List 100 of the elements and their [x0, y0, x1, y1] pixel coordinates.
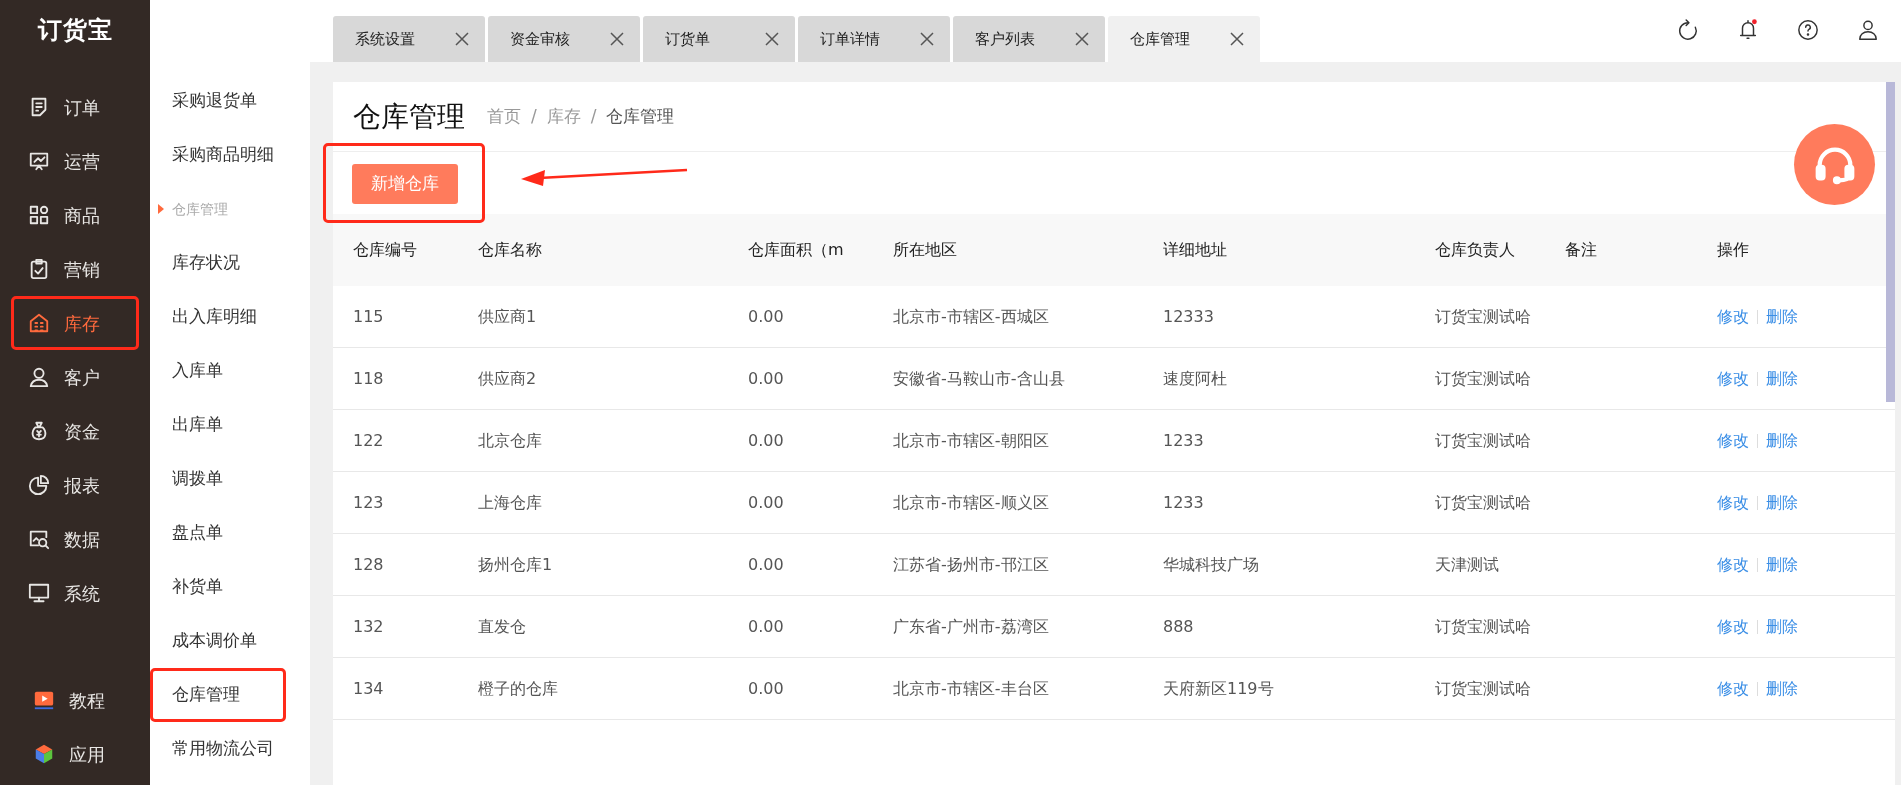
nav-item[interactable]: 报表 — [14, 461, 126, 509]
table-cell-text: 上海仓库 — [478, 491, 543, 514]
close-icon[interactable] — [765, 32, 779, 46]
submenu-item[interactable]: 入库单 — [153, 347, 283, 395]
table-cell-text: 888 — [1163, 615, 1195, 638]
bell-icon[interactable] — [1737, 18, 1759, 42]
delete-link[interactable]: 删除 — [1766, 304, 1798, 329]
column-header: 仓库编号 — [353, 239, 418, 261]
edit-link[interactable]: 修改 — [1717, 366, 1749, 391]
divider — [1757, 371, 1758, 386]
menu-section-label: 仓库管理 — [172, 199, 228, 219]
nav-item[interactable]: 运营 — [14, 137, 126, 185]
table-cell-text: 订货宝测试哈 — [1435, 367, 1532, 390]
divider — [1757, 681, 1758, 696]
help-icon[interactable] — [1797, 18, 1819, 42]
user-icon — [28, 366, 50, 388]
table-cell-text: 安徽省-马鞍山市-含山县 — [893, 367, 1066, 390]
table-cell-text: 12333 — [1163, 305, 1215, 328]
table-cell-text: 0.00 — [748, 429, 785, 452]
submenu-item[interactable]: 仓库管理 — [153, 671, 283, 719]
edit-link[interactable]: 修改 — [1717, 614, 1749, 639]
table-cell-text: 速度阿杜 — [1163, 367, 1228, 390]
nav-item[interactable]: 订单 — [14, 83, 126, 131]
clipboard-check-icon — [28, 258, 50, 280]
presentation-chart-icon — [28, 150, 50, 172]
table-cell-text: 橙子的仓库 — [478, 677, 559, 700]
grid-icon — [28, 204, 50, 226]
table-cell-text: 北京市-市辖区-朝阳区 — [893, 429, 1050, 452]
nav-item[interactable]: 资金 — [14, 407, 126, 455]
edit-link[interactable]: 修改 — [1717, 552, 1749, 577]
submenu-item[interactable]: 补货单 — [153, 563, 283, 611]
table-cell-text: 订货宝测试哈 — [1435, 615, 1532, 638]
table-cell-text: 订货宝测试哈 — [1435, 429, 1532, 452]
nav-item[interactable]: 营销 — [14, 245, 126, 293]
submenu-item[interactable]: 成本调价单 — [153, 617, 283, 665]
submenu-item[interactable]: 出库单 — [153, 401, 283, 449]
edit-link[interactable]: 修改 — [1717, 304, 1749, 329]
table-cell-text: 供应商2 — [478, 367, 538, 390]
table-cell-text: 118 — [353, 367, 385, 390]
edit-link[interactable]: 修改 — [1717, 428, 1749, 453]
table-cell-text: 0.00 — [748, 553, 785, 576]
close-icon[interactable] — [1075, 32, 1089, 46]
divider — [1757, 433, 1758, 448]
submenu-item[interactable]: 常用物流公司 — [153, 725, 283, 773]
edit-link[interactable]: 修改 — [1717, 676, 1749, 701]
submenu-item[interactable]: 盘点单 — [153, 509, 283, 557]
table-cell-text: 128 — [353, 553, 385, 576]
nav-item[interactable]: 系统 — [14, 569, 126, 617]
table-cell-text: 供应商1 — [478, 305, 538, 328]
video-play-icon — [33, 689, 55, 711]
tab[interactable]: 订单详情 — [798, 16, 950, 62]
tab[interactable]: 仓库管理 — [1108, 16, 1260, 62]
nav-item[interactable]: 教程 — [19, 673, 131, 727]
tab[interactable]: 客户列表 — [953, 16, 1105, 62]
delete-link[interactable]: 删除 — [1766, 366, 1798, 391]
table-cell-text: 北京仓库 — [478, 429, 543, 452]
delete-link[interactable]: 删除 — [1766, 676, 1798, 701]
nav-item[interactable]: 数据 — [14, 515, 126, 563]
nav-item[interactable]: 商品 — [14, 191, 126, 239]
pie-chart-icon — [28, 474, 50, 496]
delete-link[interactable]: 删除 — [1766, 552, 1798, 577]
column-header: 详细地址 — [1163, 239, 1228, 261]
nav-item[interactable]: 库存 — [14, 299, 126, 347]
close-icon[interactable] — [610, 32, 624, 46]
submenu-item[interactable]: 采购退货单 — [153, 77, 283, 125]
tab[interactable]: 订货单 — [643, 16, 795, 62]
caret-icon — [158, 204, 164, 214]
cube-icon — [33, 743, 55, 765]
table-cell-text: 1233 — [1163, 491, 1205, 514]
column-header: 仓库负责人 — [1435, 239, 1516, 261]
submenu-item[interactable]: 库存状况 — [153, 239, 283, 287]
table-cell-text: 华城科技广场 — [1163, 553, 1260, 576]
tab[interactable]: 资金审核 — [488, 16, 640, 62]
table-cell-text: 0.00 — [748, 305, 785, 328]
delete-link[interactable]: 删除 — [1766, 490, 1798, 515]
table-cell-text: 直发仓 — [478, 615, 527, 638]
submenu-item[interactable]: 采购商品明细 — [153, 131, 283, 179]
delete-link[interactable]: 删除 — [1766, 428, 1798, 453]
column-header: 操作 — [1717, 239, 1750, 261]
submenu-item[interactable]: 调拨单 — [153, 455, 283, 503]
breadcrumb-current: 仓库管理 — [606, 104, 675, 128]
edit-link[interactable]: 修改 — [1717, 490, 1749, 515]
tab[interactable]: 系统设置 — [333, 16, 485, 62]
table-cell-text: 天府新区119号 — [1163, 677, 1275, 700]
refresh-icon[interactable] — [1677, 18, 1699, 42]
delete-link[interactable]: 删除 — [1766, 614, 1798, 639]
submenu-item[interactable]: 出入库明细 — [153, 293, 283, 341]
nav-item[interactable]: 应用 — [19, 727, 131, 781]
scrollbar[interactable] — [1886, 82, 1895, 402]
close-icon[interactable] — [455, 32, 469, 46]
nav-item[interactable]: 客户 — [14, 353, 126, 401]
table-cell-text: 北京市-市辖区-丰台区 — [893, 677, 1050, 700]
table-cell-text: 122 — [353, 429, 385, 452]
close-icon[interactable] — [1230, 32, 1244, 46]
close-icon[interactable] — [920, 32, 934, 46]
table-cell-text: 132 — [353, 615, 385, 638]
table-cell-text: 北京市-市辖区-顺义区 — [893, 491, 1050, 514]
user-icon[interactable] — [1857, 18, 1879, 42]
column-header: 仓库面积（m — [748, 239, 845, 261]
table-cell-text: 0.00 — [748, 491, 785, 514]
